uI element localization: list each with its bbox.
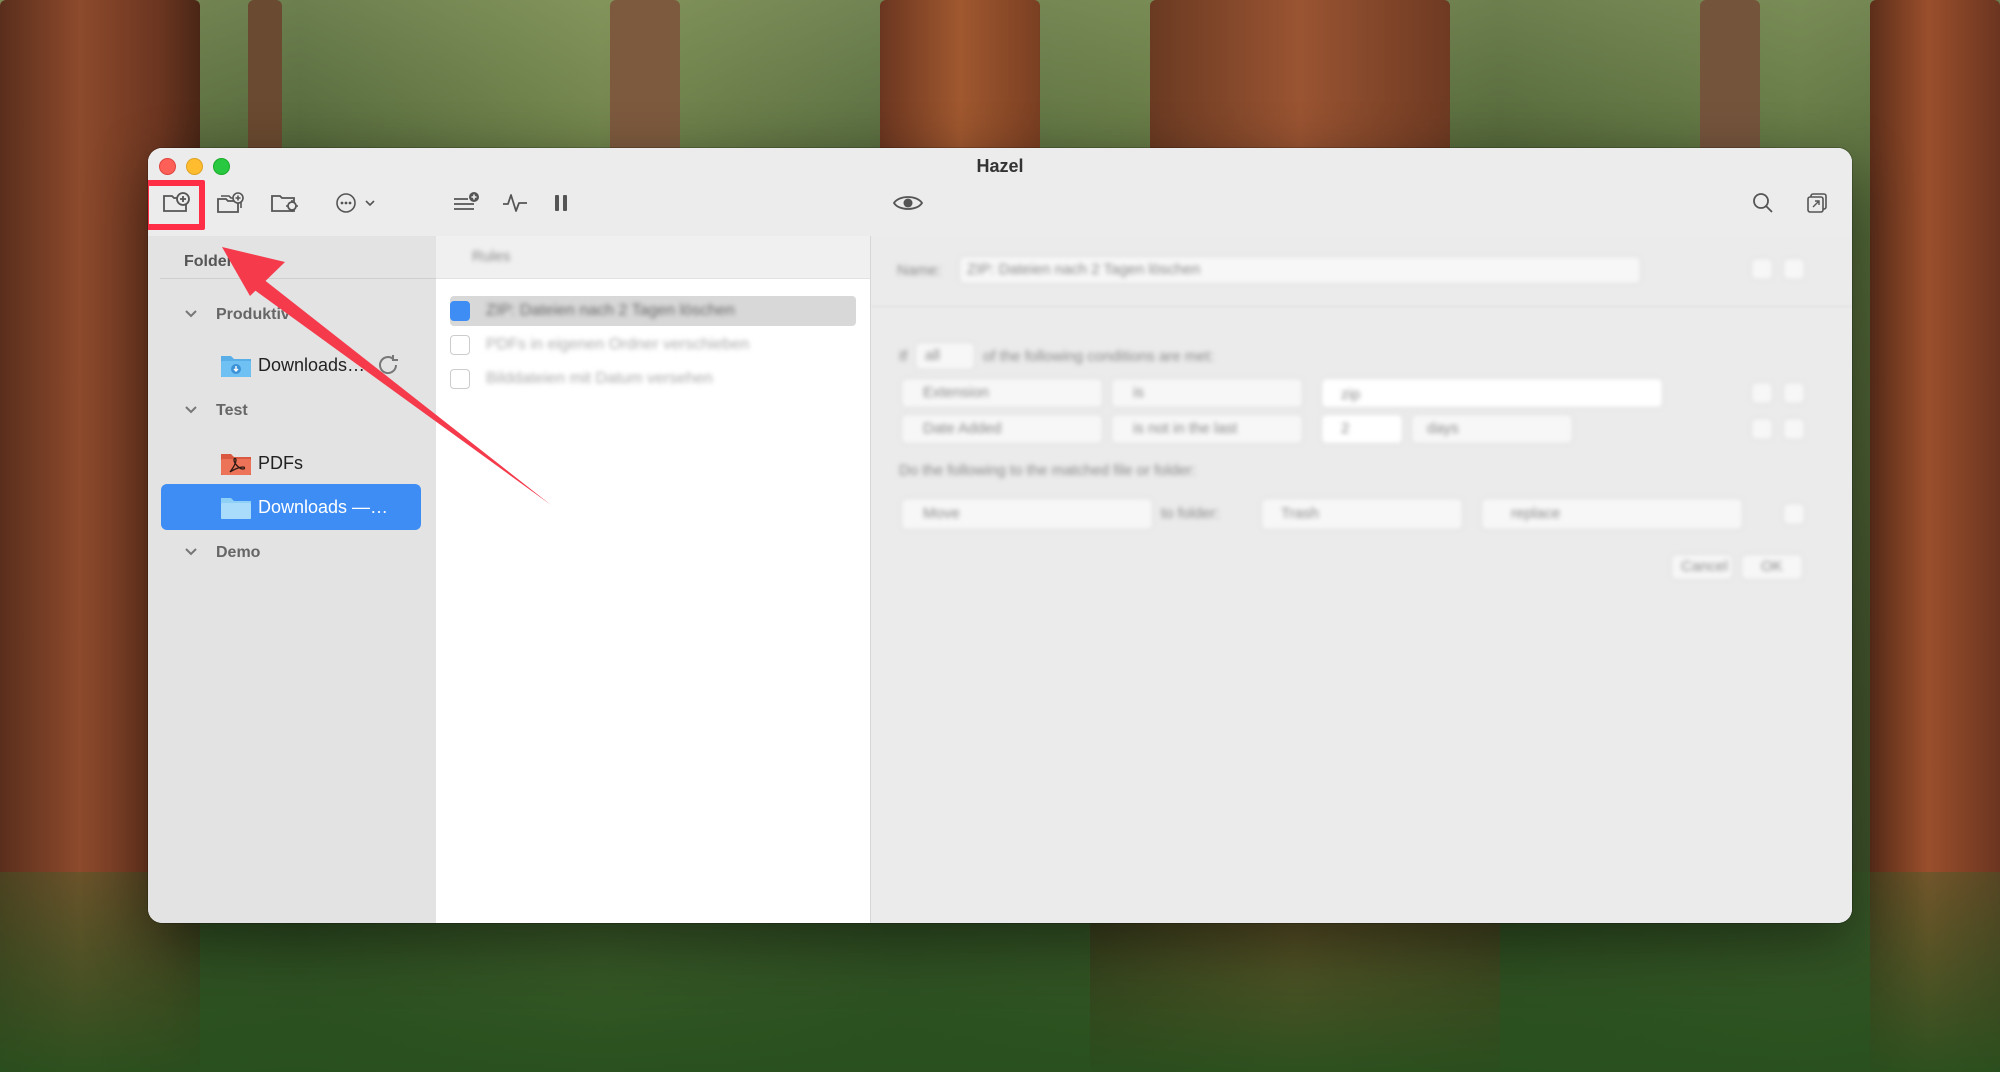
tree-trunk [880,0,1040,160]
rule-checkbox[interactable] [450,335,470,355]
duplicate-folder-icon [217,192,244,213]
rule-checkbox[interactable] [450,301,470,321]
folder-settings-button[interactable] [268,186,302,220]
rule-label: ZIP: Dateien nach 2 Tagen löschen [486,302,735,319]
sidebar-item-downloads-test[interactable]: Downloads —… [161,484,421,530]
chevron-down-icon [184,306,202,324]
condition-operator-value: is not in the last [1133,420,1238,437]
preview-button[interactable] [890,186,926,220]
cancel-label: Cancel [1681,558,1728,575]
condition-attribute-value: Extension [923,384,989,401]
downloads-folder-icon [221,356,251,377]
group-label: Test [216,402,248,419]
pdf-folder-icon [221,454,251,475]
actions-text: Do the following to the matched file or … [899,462,1196,479]
divider [871,306,1852,307]
titlebar: Hazel [148,148,1852,237]
rule-checkbox[interactable] [450,369,470,389]
condition-value[interactable] [1321,378,1663,408]
tree-trunk [1150,0,1450,160]
rule-label: PDFs in eigenen Ordner verschieben [486,336,750,353]
info-button[interactable] [1783,258,1805,280]
sidebar-item-label: PDFs [258,452,303,473]
add-rule-button[interactable] [450,186,484,220]
search-icon [1753,193,1773,213]
window-icon [1807,193,1827,213]
more-options-icon [336,193,375,213]
rules-pane: Rules ZIP: Dateien nach 2 Tagen löschen … [436,236,871,923]
sync-icon [379,355,399,374]
rule-label: Bilddateien mit Datum versehen [486,370,713,387]
duplicate-folder-button[interactable] [214,186,248,220]
if-select[interactable] [915,342,975,370]
if-label: If [899,348,908,365]
pause-button[interactable] [548,186,574,220]
folder-icon [221,498,251,519]
condition-value-text: zip [1341,386,1361,403]
folder-settings-icon [271,195,298,212]
rules-header: Rules [436,236,870,279]
name-value: ZIP: Dateien nach 2 Tagen löschen [967,261,1201,278]
sidebar-header: Folders [160,246,436,279]
condition-unit-value: days [1427,420,1459,437]
sidebar-item-downloads[interactable]: Downloads… [220,344,401,386]
condition-amount[interactable] [1321,414,1403,444]
pause-icon [555,195,567,211]
condition-operator-value: is [1133,384,1144,401]
rule-item[interactable]: PDFs in eigenen Ordner verschieben [450,330,856,360]
rule-item[interactable]: ZIP: Dateien nach 2 Tagen löschen [450,296,856,326]
rule-detail-pane: Name: ZIP: Dateien nach 2 Tagen löschen … [871,236,1852,923]
action-value: Move [923,505,960,522]
add-condition-button[interactable] [1783,418,1805,440]
conditions-text: of the following conditions are met: [983,348,1214,365]
chevron-down-icon [184,402,202,420]
hazel-window: Hazel Folders Produktiv Downloads… Test … [148,148,1852,923]
action-target-value: Trash [1281,505,1319,522]
if-select-value: all [925,347,941,364]
rules-header-label: Rules [472,248,511,265]
ok-label: OK [1761,558,1783,575]
group-label: Demo [216,544,261,561]
remove-condition-button[interactable] [1751,382,1773,404]
action-prep: to folder: [1161,505,1220,522]
preview-icon [892,196,924,210]
tree-trunk [610,0,680,160]
window-button[interactable] [1802,186,1832,220]
group-label: Produktiv [216,306,290,323]
add-action-button[interactable] [1783,503,1805,525]
activity-icon [503,194,527,212]
group-produktiv[interactable]: Produktiv [184,306,290,324]
group-demo[interactable]: Demo [184,544,260,562]
rule-item[interactable]: Bilddateien mit Datum versehen [450,364,856,394]
condition-amount-value: 2 [1341,420,1350,437]
group-test[interactable]: Test [184,402,248,420]
add-condition-button[interactable] [1783,382,1805,404]
chevron-down-icon [184,544,202,562]
more-options-button[interactable] [332,186,382,220]
tree-trunk [248,0,282,170]
sidebar-item-label: Downloads —… [258,496,389,517]
tree-trunk [1700,0,1760,160]
search-button[interactable] [1748,186,1778,220]
window-title: Hazel [976,156,1024,176]
add-folder-highlight [148,180,205,230]
activity-button[interactable] [500,186,530,220]
sidebar-item-pdfs[interactable]: PDFs [220,442,303,484]
name-label: Name: [897,262,942,279]
sidebar-item-label: Downloads… [258,354,366,375]
condition-attribute-value: Date Added [923,420,1002,437]
help-button[interactable] [1751,258,1773,280]
folders-sidebar: Folders Produktiv Downloads… Test PDFs D… [148,236,437,923]
remove-condition-button[interactable] [1751,418,1773,440]
add-rule-icon [454,192,479,210]
action-option-value: replace [1511,505,1561,522]
